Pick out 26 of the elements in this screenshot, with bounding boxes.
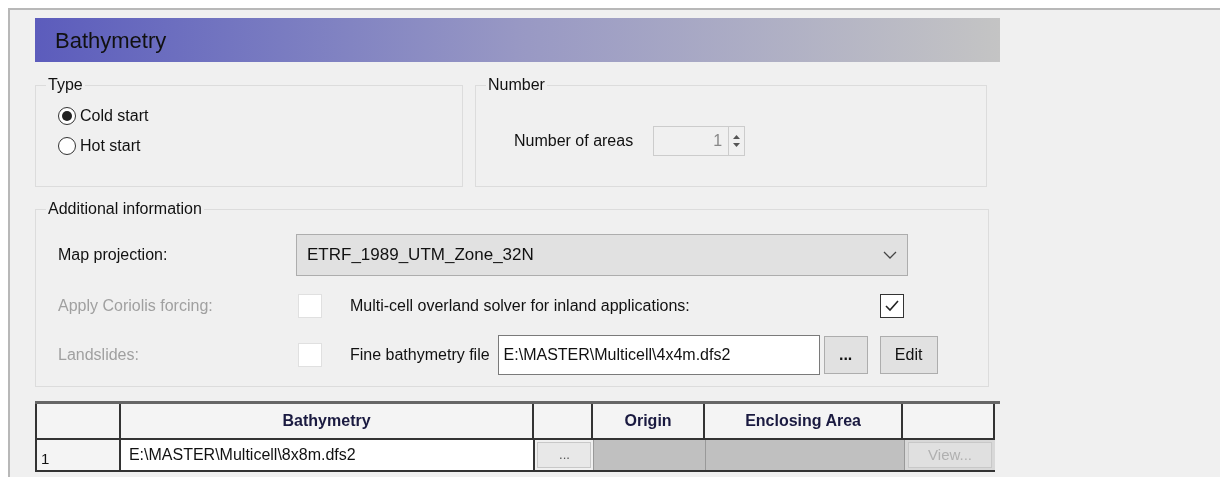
field-label: Number of areas [514, 131, 634, 151]
radio-button[interactable] [58, 137, 76, 155]
spinner-value: 1 [713, 131, 724, 151]
row-number: 1 [37, 440, 121, 470]
radio-button[interactable] [58, 107, 76, 125]
file-path-field[interactable]: E:\MASTER\Multicell\4x4m.dfs2 [497, 335, 820, 375]
option-label: Landslides: [58, 345, 140, 365]
edit-button[interactable]: Edit [879, 336, 938, 374]
option-label: Multi-cell overland solver for inland applications: [350, 296, 691, 316]
field-label: Fine bathymetry file [350, 345, 490, 365]
option-label: Apply Coriolis forcing: [58, 296, 214, 316]
radio-label: Hot start [80, 136, 141, 156]
projection-dropdown[interactable]: ETRF_1989_UTM_Zone_32N [296, 234, 908, 276]
browse-button[interactable]: ... [537, 442, 592, 468]
checkbox[interactable] [880, 294, 904, 318]
chevron-down-icon [883, 251, 897, 259]
field-label: Map projection: [58, 245, 169, 265]
column-header: Origin [593, 404, 705, 438]
browse-button[interactable]: ... [823, 336, 868, 374]
spinner-arrows-icon [732, 132, 742, 150]
checkmark-icon [884, 298, 900, 314]
section-title: Bathymetry [55, 26, 167, 55]
radio-label: Cold start [80, 106, 149, 126]
column-header: Enclosing Area [704, 404, 904, 438]
column-header: Bathymetry [120, 404, 535, 438]
table-cell[interactable]: E:\MASTER\Multicell\8x8m.dfs2 [120, 440, 536, 470]
